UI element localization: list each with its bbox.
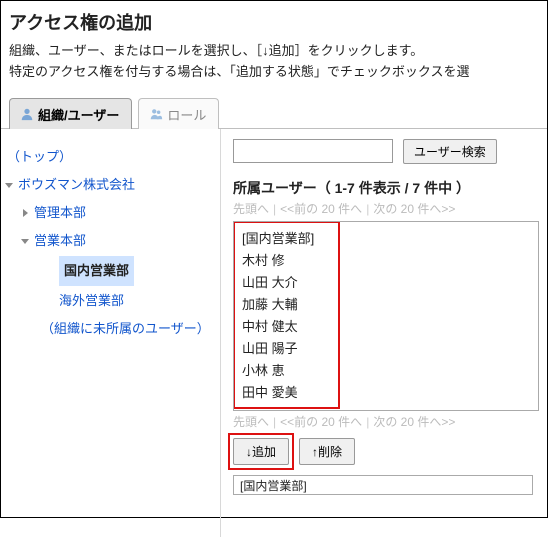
- pager-head[interactable]: 先頭へ: [233, 415, 269, 429]
- add-button[interactable]: ↓追加: [233, 438, 289, 465]
- pager-head[interactable]: 先頭へ: [233, 202, 269, 216]
- desc-line-1: 組織、ユーザー、またはロールを選択し、［↓追加］をクリックします。: [9, 41, 539, 62]
- pager-top: 先頭へ|<<前の 20 件へ|次の 20 件へ>>: [233, 200, 539, 217]
- tree-company[interactable]: ボウズマン株式会社: [18, 172, 135, 198]
- remove-button[interactable]: ↑削除: [299, 438, 355, 465]
- tree-sales[interactable]: 営業本部: [34, 228, 86, 254]
- list-item[interactable]: 小林 恵: [242, 360, 530, 382]
- search-input[interactable]: [233, 139, 393, 163]
- tree-overseas[interactable]: 海外営業部: [59, 288, 124, 314]
- tab-label: ロール: [167, 105, 206, 124]
- members-title: 所属ユーザー（ 1-7 件表示 / 7 件中 ）: [233, 178, 539, 198]
- pager-bottom: 先頭へ|<<前の 20 件へ|次の 20 件へ>>: [233, 413, 539, 430]
- org-tree: （トップ） ボウズマン株式会社 管理本部 営業本部 国内営業部 海外営業部 （組…: [1, 129, 221, 537]
- tree-top[interactable]: （トップ）: [7, 144, 72, 170]
- tab-bar: 組織/ユーザー ロール: [1, 97, 547, 129]
- chevron-down-icon[interactable]: [5, 183, 13, 188]
- list-item[interactable]: 加藤 大輔: [242, 294, 530, 316]
- pager-prev[interactable]: <<前の 20 件へ: [280, 415, 362, 429]
- search-button[interactable]: ユーザー検索: [403, 139, 497, 164]
- tree-unassigned[interactable]: （組織に未所属のユーザー）: [41, 316, 210, 342]
- tree-domestic-selected[interactable]: 国内営業部: [59, 256, 134, 286]
- chevron-down-icon[interactable]: [21, 239, 29, 244]
- list-item[interactable]: 山田 陽子: [242, 338, 530, 360]
- pager-next[interactable]: 次の 20 件へ>>: [373, 202, 455, 216]
- tree-admin[interactable]: 管理本部: [34, 200, 86, 226]
- list-group-header[interactable]: [国内営業部]: [242, 228, 530, 250]
- list-item[interactable]: 山田 大介: [242, 272, 530, 294]
- desc-line-2: 特定のアクセス権を付与する場合は、「追加する状態」でチェックボックスを選: [9, 62, 539, 83]
- list-item[interactable]: 木村 修: [242, 250, 530, 272]
- pager-next[interactable]: 次の 20 件へ>>: [373, 415, 455, 429]
- chevron-right-icon[interactable]: [23, 209, 28, 217]
- tab-role[interactable]: ロール: [138, 98, 219, 129]
- tab-org-user[interactable]: 組織/ユーザー: [9, 98, 132, 129]
- pager-prev[interactable]: <<前の 20 件へ: [280, 202, 362, 216]
- list-item[interactable]: 中村 健太: [242, 316, 530, 338]
- members-listbox[interactable]: [国内営業部] 木村 修 山田 大介 加藤 大輔 中村 健太 山田 陽子 小林 …: [233, 221, 539, 411]
- people-icon: [149, 107, 163, 121]
- list-item[interactable]: 田中 愛美: [242, 382, 530, 404]
- staged-listbox[interactable]: [国内営業部]: [233, 475, 533, 495]
- tab-label: 組織/ユーザー: [38, 105, 119, 124]
- page-title: アクセス権の追加: [9, 9, 539, 35]
- person-icon: [20, 107, 34, 121]
